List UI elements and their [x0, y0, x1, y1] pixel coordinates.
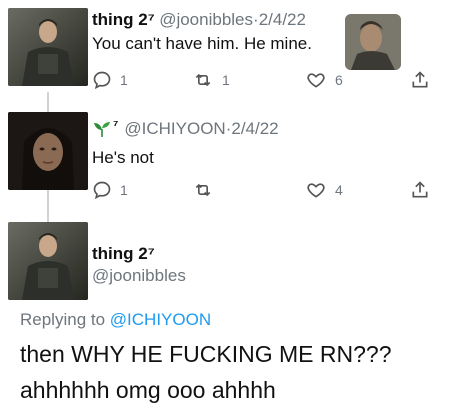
thread-line — [47, 92, 49, 112]
reply-count: 1 — [120, 72, 128, 88]
display-name[interactable]: thing 2⁷ — [92, 10, 155, 29]
handle[interactable]: @joonibbles — [159, 10, 253, 29]
reply-button[interactable]: 1 — [92, 180, 128, 200]
display-name[interactable]: thing 2⁷ — [92, 244, 155, 264]
reply-count: 1 — [120, 182, 128, 198]
replying-mention-link[interactable]: @ICHIYOON — [110, 310, 211, 329]
tweet-header: thing 2⁷ @joonibbles·2/4/22 — [92, 10, 306, 30]
tweet-image[interactable] — [345, 14, 401, 70]
tweet-text: You can't have him. He mine. — [92, 34, 312, 53]
sprout-icon — [94, 122, 110, 137]
avatar-image — [8, 222, 88, 300]
replying-to: Replying to @ICHIYOON — [20, 310, 211, 330]
tweet-image-content — [345, 14, 401, 70]
share-button[interactable] — [410, 70, 430, 90]
like-count: 6 — [335, 72, 343, 88]
avatar[interactable] — [8, 8, 88, 86]
retweet-button[interactable] — [192, 180, 222, 200]
retweet-button[interactable]: 1 — [192, 70, 230, 90]
replying-label: Replying to — [20, 310, 106, 329]
main-tweet-text-line2: ahhhhhh omg ooo ahhhh — [20, 377, 276, 403]
retweet-icon — [195, 183, 211, 197]
tweet-actions: 1 1 6 — [92, 70, 432, 92]
avatar[interactable] — [8, 112, 88, 190]
main-tweet-text-line1: then WHY HE FUCKING ME RN??? — [20, 341, 392, 367]
like-button[interactable]: 4 — [305, 180, 343, 200]
display-name[interactable]: ⁷ — [113, 117, 118, 132]
reply-icon — [93, 181, 111, 200]
like-button[interactable]: 6 — [305, 70, 343, 90]
avatar[interactable] — [8, 222, 88, 300]
timestamp[interactable]: 2/4/22 — [231, 119, 278, 139]
like-icon — [307, 183, 325, 198]
reply-button[interactable]: 1 — [92, 70, 128, 90]
like-icon — [307, 73, 325, 88]
retweet-count: 1 — [222, 72, 230, 88]
reply-icon — [93, 71, 111, 90]
share-button[interactable] — [410, 180, 430, 200]
share-icon — [412, 181, 428, 198]
like-count: 4 — [335, 182, 343, 198]
share-icon — [412, 71, 428, 88]
avatar-image — [8, 112, 88, 190]
thread-line — [47, 190, 49, 222]
avatar-image — [8, 8, 88, 86]
tweet-actions: 1 4 — [92, 180, 432, 202]
timestamp[interactable]: 2/4/22 — [259, 10, 306, 29]
handle[interactable]: @joonibbles — [92, 266, 186, 286]
retweet-icon — [195, 73, 211, 87]
tweet-text: He's not — [92, 148, 154, 167]
handle[interactable]: @ICHIYOON — [124, 119, 225, 139]
tweet-header: ⁷ @ICHIYOON · 2/4/22 — [92, 117, 279, 139]
